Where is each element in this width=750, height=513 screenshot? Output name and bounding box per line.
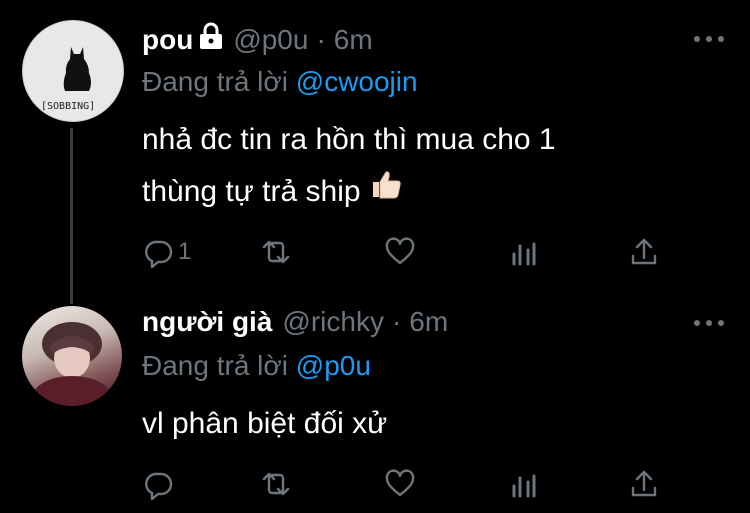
person-photo-image	[32, 322, 112, 406]
tweet-text-line-1: nhả đc tin ra hồn thì mua cho 1	[142, 123, 556, 156]
mention-link[interactable]: @cwoojin	[296, 66, 418, 97]
separator-dot: ·	[391, 306, 402, 337]
display-name[interactable]: người già	[142, 306, 272, 338]
share-button[interactable]	[628, 468, 660, 500]
avatar[interactable]: [SOBBING]	[22, 20, 124, 122]
replying-to-label: Đang trả lời	[142, 350, 288, 381]
like-button[interactable]	[384, 236, 416, 268]
separator-dot: ·	[316, 23, 326, 55]
more-icon[interactable]	[694, 320, 724, 330]
user-handle[interactable]: @p0u	[233, 24, 308, 56]
tweet-text-line-2: thùng tự trả ship	[142, 166, 556, 218]
reply-button[interactable]	[142, 468, 174, 500]
replying-to: Đang trả lời @p0u	[142, 350, 371, 382]
display-name[interactable]: pou	[142, 24, 193, 56]
analytics-icon	[512, 474, 536, 498]
retweet-icon	[262, 240, 290, 264]
tweet-1[interactable]: [SOBBING] pou @p0u · 6m Đang trả lời @cw…	[0, 0, 750, 304]
like-icon	[385, 469, 415, 497]
retweet-button[interactable]	[260, 236, 292, 268]
lock-icon	[199, 22, 223, 57]
replying-to-label: Đang trả lời	[142, 66, 288, 97]
tweet-text-line-2-text: thùng tự trả ship	[142, 175, 361, 208]
reply-icon	[145, 472, 173, 500]
more-icon[interactable]	[694, 36, 724, 46]
timestamp[interactable]: 6m	[409, 306, 448, 338]
analytics-icon	[512, 242, 536, 266]
tweet-actions	[142, 468, 662, 502]
share-icon	[631, 238, 657, 265]
retweet-button[interactable]	[260, 468, 292, 500]
share-icon	[631, 470, 657, 497]
reply-button[interactable]: 1	[142, 236, 191, 268]
tweet-header: người già @richky · 6m	[142, 306, 448, 338]
like-icon	[385, 237, 415, 265]
replying-to: Đang trả lời @cwoojin	[142, 66, 418, 98]
thumbs-up-emoji	[369, 166, 403, 218]
tweet-actions: 1	[142, 236, 662, 270]
tweet-header: pou @p0u · 6m	[142, 22, 373, 57]
tweet-text: vl phân biệt đối xử	[142, 398, 387, 450]
mention-link[interactable]: @p0u	[296, 350, 371, 381]
reply-icon	[145, 240, 173, 268]
share-button[interactable]	[628, 236, 660, 268]
analytics-button[interactable]	[508, 236, 540, 268]
analytics-button[interactable]	[508, 468, 540, 500]
avatar-caption: [SOBBING]	[41, 101, 96, 112]
timestamp[interactable]: 6m	[334, 24, 373, 56]
reply-count: 1	[178, 238, 192, 265]
tweet-2[interactable]: người già @richky · 6m Đang trả lời @p0u…	[0, 300, 750, 513]
retweet-icon	[262, 472, 290, 496]
user-handle[interactable]: @richky	[282, 306, 384, 338]
tweet-text-line-1: vl phân biệt đối xử	[142, 407, 388, 440]
tweet-text: nhả đc tin ra hồn thì mua cho 1 thùng tự…	[142, 114, 556, 218]
like-button[interactable]	[384, 468, 416, 500]
thread-line	[70, 128, 73, 304]
avatar[interactable]	[22, 306, 122, 406]
